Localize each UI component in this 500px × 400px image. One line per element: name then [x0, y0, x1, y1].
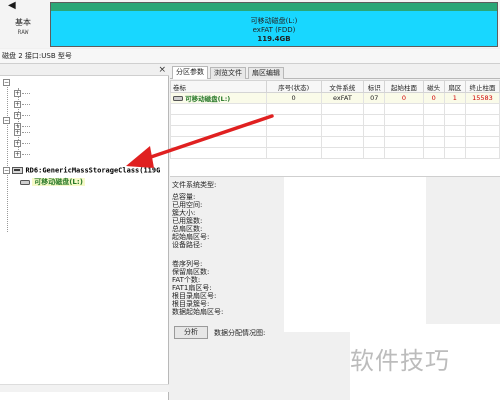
- disk-drive-icon: [12, 167, 24, 174]
- tree-titlebar: ×: [0, 65, 169, 76]
- tab-sector-edit[interactable]: 扇区编辑: [248, 67, 284, 79]
- allocation-map-label: 数据分配情况图:: [214, 329, 266, 337]
- partition-icon: [20, 179, 30, 185]
- tree-connector: [22, 132, 30, 133]
- cell-label-text: 可移动磁盘(L:): [185, 95, 231, 103]
- disk-kind-text: 基本: [15, 18, 31, 27]
- tab-browse-files[interactable]: 浏览文件: [210, 67, 246, 79]
- back-arrow-icon[interactable]: ◀: [8, 0, 16, 11]
- app-window: ◀ 基本 RAW 可移动磁盘(L:) exFAT (FDD) 119.4GB 磁…: [0, 0, 500, 400]
- tree-node-disk1-part1[interactable]: +: [14, 128, 21, 136]
- expand-icon[interactable]: +: [14, 111, 21, 119]
- tree-node-disk1-part3[interactable]: +: [14, 150, 21, 158]
- disk-kind-label: 基本 RAW: [6, 18, 40, 38]
- tree-horizontal-scrollbar[interactable]: [0, 384, 169, 392]
- tree-connector: [22, 126, 30, 127]
- tree-connector: [22, 154, 30, 155]
- col-header-fs[interactable]: 文件系统: [320, 80, 365, 93]
- disk-header: ◀ 基本 RAW 可移动磁盘(L:) exFAT (FDD) 119.4GB: [0, 0, 500, 48]
- partition-name: 可移动磁盘(L:): [250, 17, 298, 25]
- cell-label: 可移动磁盘(L:): [170, 92, 267, 104]
- filesystem-values-box: [284, 177, 426, 332]
- tree-node-disk0-part3[interactable]: +: [14, 111, 21, 119]
- col-header-index[interactable]: 序号(状态): [265, 80, 322, 93]
- tree-connector: [22, 115, 30, 116]
- cell-head: 0: [422, 92, 445, 104]
- analyze-button[interactable]: 分析: [174, 326, 208, 339]
- collapse-icon[interactable]: −: [3, 116, 10, 124]
- tab-partition-params[interactable]: 分区参数: [172, 66, 208, 79]
- partition-band: [51, 3, 497, 11]
- annotation-arrow-icon: [126, 114, 274, 168]
- cell-index: 0: [265, 92, 322, 104]
- partition-info: 可移动磁盘(L:) exFAT (FDD) 119.4GB: [51, 17, 497, 44]
- fs-type-label: 文件系统类型:: [172, 181, 217, 189]
- cell-sector: 1: [443, 92, 466, 104]
- tree-connector: [22, 143, 30, 144]
- tree-node-removable-partition[interactable]: 可移动磁盘(L:): [20, 177, 85, 187]
- disk-info-bar: 磁盘 2 接口:USB 型号: [0, 49, 500, 64]
- col-header-id[interactable]: 标识: [363, 80, 386, 93]
- filesystem-info-area: 文件系统类型: 总容量: 已用空间: 簇大小: 已用簇数: 总扇区数: 起始扇区…: [170, 176, 500, 332]
- col-header-sector[interactable]: 扇区: [443, 80, 466, 93]
- cell-id: 07: [363, 92, 386, 104]
- col-header-label[interactable]: 卷标: [170, 80, 267, 93]
- collapse-icon[interactable]: −: [3, 167, 10, 174]
- cell-end-cyl: 15583: [464, 92, 500, 104]
- tree-connector: [22, 104, 30, 105]
- expand-icon[interactable]: +: [14, 128, 21, 136]
- selected-partition-label: 可移动磁盘(L:): [32, 178, 85, 186]
- partition-fs: exFAT (FDD): [252, 26, 296, 34]
- col-header-head[interactable]: 磁头: [422, 80, 445, 93]
- partition-icon: [173, 96, 183, 101]
- fs-data-start-sector-label: 数据起始扇区号:: [172, 308, 224, 316]
- table-header-row: 卷标 序号(状态) 文件系统 标识 起始柱面 磁头 扇区 终止柱面: [170, 80, 500, 93]
- tree-connector: [22, 93, 30, 94]
- cell-fs: exFAT: [320, 92, 365, 104]
- collapse-icon[interactable]: −: [3, 78, 10, 86]
- fs-device-path-label: 设备路径:: [172, 241, 203, 249]
- tree-node-disk0[interactable]: −: [3, 78, 10, 86]
- cell-start-cyl: 0: [384, 92, 424, 104]
- close-icon[interactable]: ×: [158, 65, 166, 75]
- tree-connector: [7, 82, 8, 232]
- tree-node-disk0-part1[interactable]: +: [14, 89, 21, 97]
- watermark: 软件技巧: [350, 347, 450, 375]
- table-row[interactable]: 可移动磁盘(L:) 0 exFAT 07 0 0 1 15583: [170, 92, 500, 104]
- expand-icon[interactable]: +: [14, 100, 21, 108]
- expand-icon[interactable]: +: [14, 89, 21, 97]
- partition-size: 119.4GB: [257, 35, 291, 43]
- disk-info-text: 磁盘 2 接口:USB 型号: [2, 52, 72, 60]
- tab-bar: 分区参数 浏览文件 扇区编辑: [170, 66, 500, 79]
- col-header-end-cyl[interactable]: 终止柱面: [464, 80, 500, 93]
- expand-icon[interactable]: +: [14, 150, 21, 158]
- tree-node-disk1[interactable]: −: [3, 116, 10, 124]
- partition-block[interactable]: 可移动磁盘(L:) exFAT (FDD) 119.4GB: [50, 2, 498, 47]
- tree-node-disk1-part2[interactable]: +: [14, 139, 21, 147]
- disk-kind-sub: RAW: [17, 29, 29, 36]
- col-header-start-cyl[interactable]: 起始柱面: [384, 80, 424, 93]
- tree-node-disk0-part2[interactable]: +: [14, 100, 21, 108]
- expand-icon[interactable]: +: [14, 139, 21, 147]
